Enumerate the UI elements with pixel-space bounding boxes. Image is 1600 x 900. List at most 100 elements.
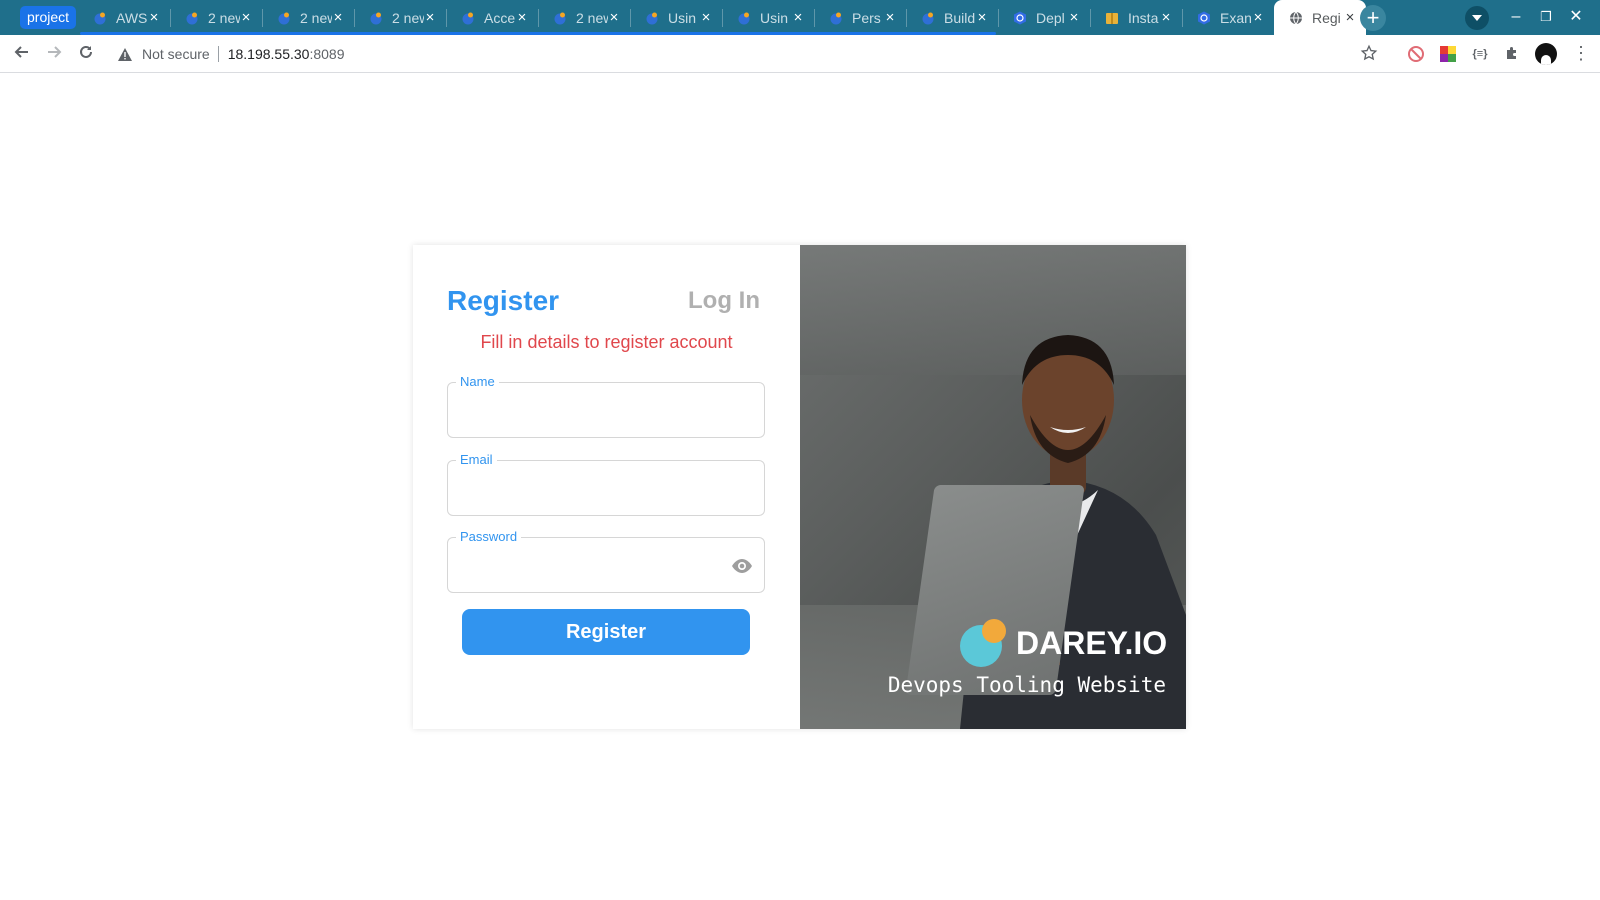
tab-title: Exan	[1220, 9, 1252, 26]
tab-title: 2 new	[208, 9, 240, 26]
security-label[interactable]: Not secure	[142, 46, 210, 62]
close-tab-icon[interactable]: ×	[1252, 10, 1264, 25]
tab-strip: project AWS×2 new×2 new×2 new×Acce×2 new…	[0, 0, 1600, 35]
blog-icon	[552, 10, 568, 26]
back-button[interactable]	[10, 42, 34, 66]
blog-icon	[920, 10, 936, 26]
register-submit-button[interactable]: Register	[462, 609, 750, 655]
close-tab-icon[interactable]: ×	[608, 10, 620, 25]
email-label: Email	[456, 452, 497, 468]
email-field[interactable]: Email	[447, 452, 765, 516]
kubernetes-icon	[1012, 10, 1028, 26]
brand-name: DAREY.IO	[1016, 624, 1168, 661]
close-tab-icon[interactable]: ×	[884, 10, 896, 25]
register-form-panel: Register Log In Fill in details to regis…	[413, 245, 800, 729]
browser-tab[interactable]: AWS ×	[78, 0, 170, 35]
address-separator	[217, 46, 219, 62]
tab-title: 2 new	[392, 9, 424, 26]
tab-list: AWS×2 new×2 new×2 new×Acce×2 new×Usin×Us…	[78, 0, 1366, 35]
blog-icon	[460, 10, 476, 26]
json-extension-icon[interactable]: {≡}	[1470, 44, 1490, 64]
package-icon	[1104, 10, 1120, 26]
browser-tab[interactable]: Pers ×	[814, 0, 906, 35]
browser-tab[interactable]: Build ×	[906, 0, 998, 35]
reload-button[interactable]	[74, 42, 98, 66]
close-tab-icon[interactable]: ×	[1160, 10, 1172, 25]
browser-tab[interactable]: Depl ×	[998, 0, 1090, 35]
password-input[interactable]	[458, 550, 718, 580]
browser-menu-icon[interactable]: ⋮	[1572, 44, 1590, 64]
browser-tab[interactable]: Acce ×	[446, 0, 538, 35]
blog-icon	[368, 10, 384, 26]
forward-arrow-icon	[48, 46, 62, 58]
browser-tab[interactable]: 2 new×	[170, 0, 262, 35]
brand-tagline: Devops Tooling Website	[887, 673, 1166, 697]
close-tab-icon[interactable]: ×	[240, 10, 252, 25]
browser-toolbar: Not secure 18.198.55.30 :8089 {≡} ⋮	[0, 35, 1600, 73]
close-tab-icon[interactable]: ×	[792, 10, 804, 25]
tab-search-button[interactable]	[1465, 6, 1489, 30]
url-host: 18.198.55.30	[227, 46, 310, 62]
email-input[interactable]	[458, 473, 718, 503]
name-input[interactable]	[458, 395, 718, 425]
browser-tab[interactable]: Regi ×	[1274, 0, 1366, 35]
form-subtitle: Fill in details to register account	[480, 332, 733, 352]
browser-tab[interactable]: Exan ×	[1182, 0, 1274, 35]
back-arrow-icon	[14, 46, 28, 58]
blocker-extension-icon[interactable]	[1406, 44, 1426, 64]
darey-brand: DAREY.IO	[960, 619, 1167, 667]
close-tab-icon[interactable]: ×	[424, 10, 436, 25]
tab-title: 2 new	[576, 9, 608, 26]
close-tab-icon[interactable]: ×	[1068, 10, 1080, 25]
tab-title: Insta	[1128, 9, 1159, 26]
close-tab-icon[interactable]: ×	[516, 10, 528, 25]
bookmark-star-icon[interactable]	[1360, 44, 1380, 64]
tab-title: Regi	[1312, 9, 1341, 26]
password-label: Password	[456, 529, 522, 545]
browser-tab[interactable]: 2 new×	[354, 0, 446, 35]
extensions-puzzle-icon[interactable]	[1502, 44, 1522, 64]
close-tab-icon[interactable]: ×	[1344, 10, 1356, 25]
register-tab[interactable]: Register	[447, 285, 559, 317]
address-bar[interactable]: Not secure 18.198.55.30 :8089	[108, 39, 1390, 69]
tab-title: AWS	[116, 9, 148, 26]
browser-tab[interactable]: Usin ×	[722, 0, 814, 35]
login-tab[interactable]: Log In	[688, 287, 760, 315]
browser-tab[interactable]: 2 new×	[538, 0, 630, 35]
tab-title: Pers	[852, 9, 881, 26]
browser-tab[interactable]: 2 new×	[262, 0, 354, 35]
reload-icon	[80, 45, 92, 58]
blog-icon	[184, 10, 200, 26]
show-password-eye-icon[interactable]	[730, 555, 754, 577]
blog-icon	[276, 10, 292, 26]
browser-tab[interactable]: Usin ×	[630, 0, 722, 35]
close-tab-icon[interactable]: ×	[976, 10, 988, 25]
name-label: Name	[456, 374, 499, 390]
hero-image-panel: DAREY.IO Devops Tooling Website	[800, 245, 1186, 729]
tab-title: Usin	[760, 9, 789, 26]
close-tab-icon[interactable]: ×	[700, 10, 712, 25]
url-port: :8089	[309, 46, 345, 62]
page-content: Register Log In Fill in details to regis…	[0, 74, 1600, 900]
forward-button[interactable]	[42, 42, 66, 66]
color-palette-extension-icon[interactable]	[1438, 44, 1458, 64]
tab-title: Depl	[1036, 9, 1065, 26]
tab-title: Usin	[668, 9, 697, 26]
blog-icon	[92, 10, 108, 26]
darey-logo-icon	[960, 619, 1008, 667]
close-tab-icon[interactable]: ×	[332, 10, 344, 25]
browser-tab[interactable]: Insta ×	[1090, 0, 1182, 35]
password-field[interactable]: Password	[447, 529, 765, 593]
minimize-button[interactable]: –	[1505, 6, 1527, 28]
warning-icon[interactable]	[118, 47, 136, 61]
new-tab-button[interactable]: +	[1360, 5, 1386, 31]
blog-icon	[736, 10, 752, 26]
tab-title: 2 new	[300, 9, 332, 26]
close-tab-icon[interactable]: ×	[148, 10, 160, 25]
close-window-button[interactable]: ✕	[1565, 6, 1587, 28]
restore-button[interactable]: ❐	[1535, 6, 1557, 28]
tab-group-chip[interactable]: project	[20, 6, 77, 29]
tab-title: Build	[944, 9, 976, 26]
name-field[interactable]: Name	[447, 374, 765, 438]
profile-avatar[interactable]	[1535, 43, 1557, 65]
